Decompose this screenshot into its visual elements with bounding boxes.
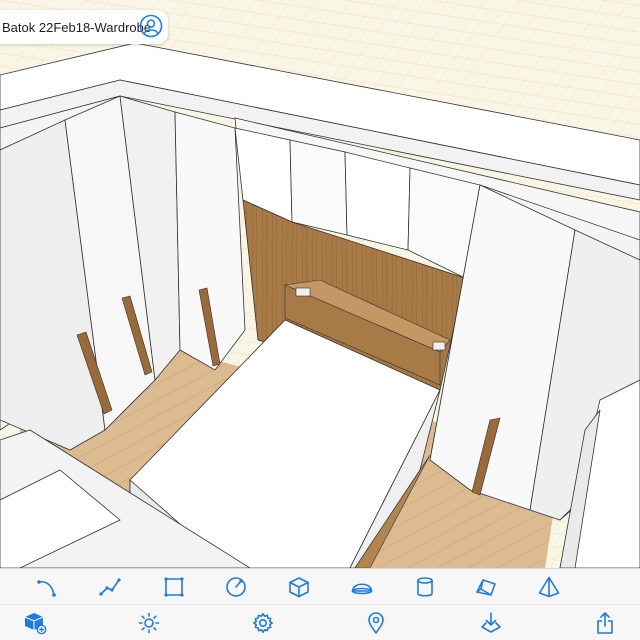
pyramid-tool-button[interactable]	[535, 573, 563, 601]
main-toolbar	[0, 604, 640, 640]
location-button[interactable]	[362, 609, 390, 637]
share-icon	[597, 612, 613, 634]
cylinder-tool-button[interactable]	[411, 573, 439, 601]
overhead-cabinet-3	[344, 151, 411, 251]
user-account-button[interactable]	[139, 14, 163, 38]
prism-icon	[476, 579, 496, 596]
add-object-button[interactable]	[21, 609, 49, 637]
model-title[interactable]: Batok 22Feb18-Wardrobe	[2, 20, 151, 35]
settings-button[interactable]	[249, 609, 277, 637]
lighting-button[interactable]	[135, 609, 163, 637]
gear-icon	[253, 613, 273, 633]
sun-icon	[138, 612, 160, 634]
curve-tool-button[interactable]	[34, 573, 62, 601]
polyline-icon	[99, 578, 121, 596]
prism-tool-button[interactable]	[472, 573, 500, 601]
user-icon	[139, 14, 163, 38]
location-pin-icon	[368, 612, 384, 634]
box-tool-button[interactable]	[285, 573, 313, 601]
polyline-tool-button[interactable]	[96, 573, 124, 601]
import-button[interactable]	[477, 609, 505, 637]
curve-line-icon	[37, 580, 56, 597]
circle-icon	[226, 577, 246, 597]
overhead-cabinet-2	[289, 139, 348, 236]
rectangle-tool-button[interactable]	[160, 573, 188, 601]
power-socket-left	[295, 287, 311, 297]
drawing-tools-toolbar	[0, 568, 640, 604]
add-object-icon	[24, 613, 47, 635]
pyramid-icon	[538, 576, 560, 598]
share-button[interactable]	[591, 609, 619, 637]
import-icon	[481, 612, 501, 633]
3d-viewport[interactable]: Batok 22Feb18-Wardrobe	[0, 0, 640, 568]
dome-tool-button[interactable]	[348, 573, 376, 601]
cylinder-icon	[417, 577, 433, 597]
circle-tool-button[interactable]	[222, 573, 250, 601]
power-socket-right	[432, 341, 446, 351]
wardrobe-model-render	[0, 0, 640, 568]
box-icon	[289, 577, 309, 598]
rectangle-icon	[164, 577, 184, 597]
dome-icon	[351, 583, 373, 595]
